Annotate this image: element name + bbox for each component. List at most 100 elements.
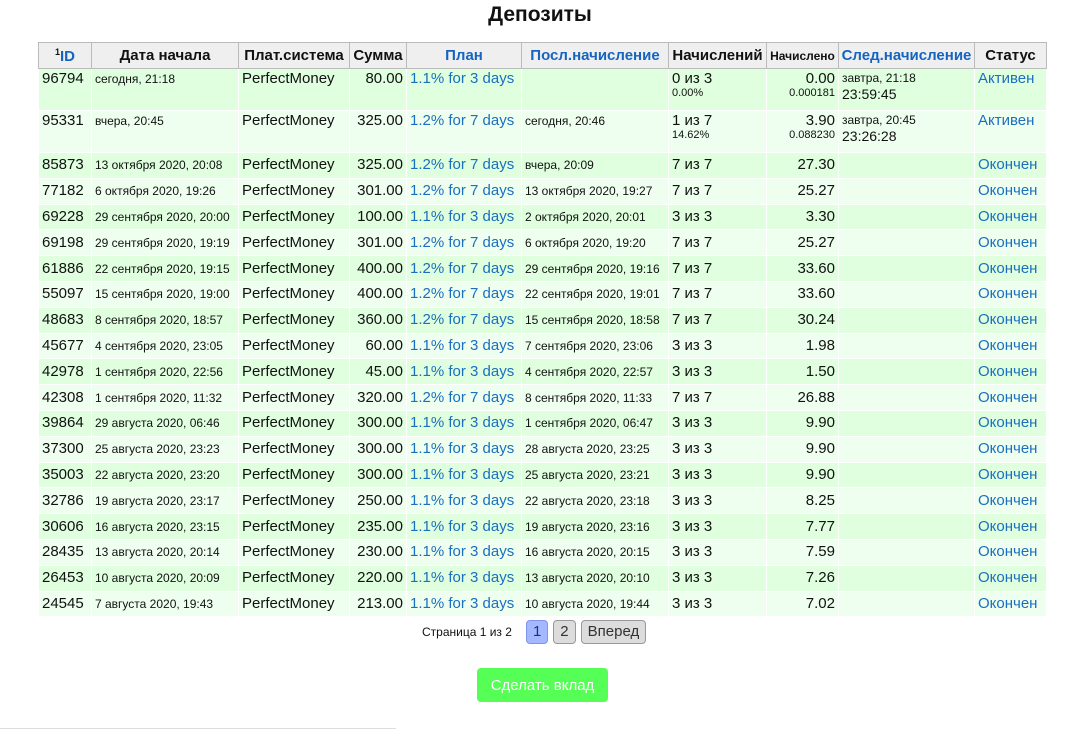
cell-amount: 235.00 [349,513,407,540]
cell-plan-link[interactable]: 1.1% for 3 days [406,590,522,618]
column-header-status: Статус [974,42,1047,69]
pagination: Страница 1 из 2 1 2 Вперед [422,619,651,645]
cell-amount: 300.00 [349,409,407,437]
cell-status-link[interactable]: Окончен [974,487,1047,515]
cell-status-link[interactable]: Окончен [974,384,1047,411]
cell-plan-link[interactable]: 1.1% for 3 days [406,564,522,592]
page-button-1[interactable]: 1 [525,620,549,644]
next-page-button[interactable]: Вперед [580,620,647,644]
cell-status-link[interactable]: Активен [974,110,1047,153]
cell-plan-link[interactable]: 1.1% for 3 days [406,358,522,386]
cell-pay-system: PerfectMoney [238,435,350,463]
cell-accruals: 0 из 3 0.00% [668,68,767,111]
cell-pay-system: PerfectMoney [238,332,350,360]
cell-pay-system: PerfectMoney [238,68,350,111]
cell-plan-link[interactable]: 1.1% for 3 days [406,332,522,360]
cell-pay-system: PerfectMoney [238,177,350,205]
cell-accruals: 7 из 7 [668,280,767,308]
cell-accrued: 9.90 [766,409,839,437]
cell-plan-link[interactable]: 1.2% for 7 days [406,306,522,334]
cell-status-link[interactable]: Окончен [974,513,1047,540]
cell-status-link[interactable]: Окончен [974,255,1047,282]
cell-pay-system: PerfectMoney [238,564,350,592]
cell-status-link[interactable]: Окончен [974,177,1047,205]
cell-last-accrual: 7 сентября 2020, 23:06 [521,332,669,360]
cell-next-accrual [838,203,975,231]
cell-id: 30606 [38,513,92,540]
cell-status-link[interactable]: Окончен [974,203,1047,231]
column-header-last-accrual[interactable]: Посл.начисление [521,42,669,69]
column-header-id[interactable]: 1ID [38,42,92,69]
cell-amount: 400.00 [349,255,407,282]
table-row: 42978 1 сентября 2020, 22:56 PerfectMoney 4… [38,358,1047,386]
table-row: 55097 15 сентября 2020, 19:00 PerfectMoney… [38,280,1047,308]
cell-status-link[interactable]: Окончен [974,538,1047,566]
cell-status-link[interactable]: Окончен [974,461,1047,489]
cell-plan-link[interactable]: 1.1% for 3 days [406,435,522,463]
cell-status-link[interactable]: Активен [974,68,1047,111]
cell-status-link[interactable]: Окончен [974,332,1047,360]
cell-amount: 360.00 [349,306,407,334]
cell-accruals: 3 из 3 [668,590,767,618]
cell-id: 35003 [38,461,92,489]
cell-plan-link[interactable]: 1.1% for 3 days [406,461,522,489]
cell-accrued: 3.30 [766,203,839,231]
cell-pay-system: PerfectMoney [238,255,350,282]
cell-start-date: 4 сентября 2020, 23:05 [91,332,239,360]
cell-plan-link[interactable]: 1.2% for 7 days [406,152,522,179]
cell-status-link[interactable]: Окончен [974,564,1047,592]
cell-accruals: 7 из 7 [668,177,767,205]
cell-plan-link[interactable]: 1.1% for 3 days [406,409,522,437]
cell-plan-link[interactable]: 1.2% for 7 days [406,110,522,153]
cell-next-accrual [838,280,975,308]
cell-accrued: 1.98 [766,332,839,360]
cell-next-accrual [838,177,975,205]
cell-accrued: 7.26 [766,564,839,592]
column-header-next-accrual[interactable]: След.начисление [838,42,975,69]
next-accrual-timer: 23:26:28 [842,128,897,144]
cell-start-date: 13 августа 2020, 20:14 [91,538,239,566]
cell-status-link[interactable]: Окончен [974,590,1047,618]
cell-status-link[interactable]: Окончен [974,229,1047,257]
cell-status-link[interactable]: Окончен [974,358,1047,386]
cell-plan-link[interactable]: 1.1% for 3 days [406,203,522,231]
table-row: 35003 22 августа 2020, 23:20 PerfectMoney 3… [38,461,1047,489]
cell-amount: 230.00 [349,538,407,566]
table-row-active: 96794 сегодня, 21:18 PerfectMoney 80.00 … [38,68,1047,111]
column-header-plan[interactable]: План [406,42,522,69]
cell-pay-system: PerfectMoney [238,229,350,257]
cell-start-date: 22 августа 2020, 23:20 [91,461,239,489]
cell-amount: 301.00 [349,177,407,205]
cell-status-link[interactable]: Окончен [974,152,1047,179]
cell-status-link[interactable]: Окончен [974,306,1047,334]
cell-plan-link[interactable]: 1.2% for 7 days [406,229,522,257]
cell-status-link[interactable]: Окончен [974,435,1047,463]
cell-last-accrual: 13 августа 2020, 20:10 [521,564,669,592]
cell-next-accrual [838,435,975,463]
page-button-2[interactable]: 2 [553,620,576,644]
cell-pay-system: PerfectMoney [238,110,350,153]
make-deposit-button[interactable]: Сделать вклад [477,668,608,702]
cell-plan-link[interactable]: 1.2% for 7 days [406,255,522,282]
table-row: 30606 16 августа 2020, 23:15 PerfectMoney 2… [38,513,1047,540]
next-accrual-timer: 23:59:45 [842,86,897,102]
cell-pay-system: PerfectMoney [238,280,350,308]
cell-plan-link[interactable]: 1.1% for 3 days [406,487,522,515]
accruals-percent: 14.62% [672,129,710,141]
cell-plan-link[interactable]: 1.1% for 3 days [406,538,522,566]
cell-plan-link[interactable]: 1.1% for 3 days [406,68,522,111]
cell-plan-link[interactable]: 1.2% for 7 days [406,177,522,205]
cell-accrued: 7.77 [766,513,839,540]
cell-plan-link[interactable]: 1.1% for 3 days [406,513,522,540]
cell-accruals: 3 из 3 [668,358,767,386]
cell-pay-system: PerfectMoney [238,203,350,231]
cell-last-accrual: 8 сентября 2020, 11:33 [521,384,669,411]
cell-id: 77182 [38,177,92,205]
cell-amount: 300.00 [349,461,407,489]
cell-plan-link[interactable]: 1.2% for 7 days [406,384,522,411]
table-row: 37300 25 августа 2020, 23:23 PerfectMoney 3… [38,435,1047,463]
cell-status-link[interactable]: Окончен [974,280,1047,308]
cell-plan-link[interactable]: 1.2% for 7 days [406,280,522,308]
cell-status-link[interactable]: Окончен [974,409,1047,437]
table-row: 28435 13 августа 2020, 20:14 PerfectMoney 2… [38,538,1047,566]
